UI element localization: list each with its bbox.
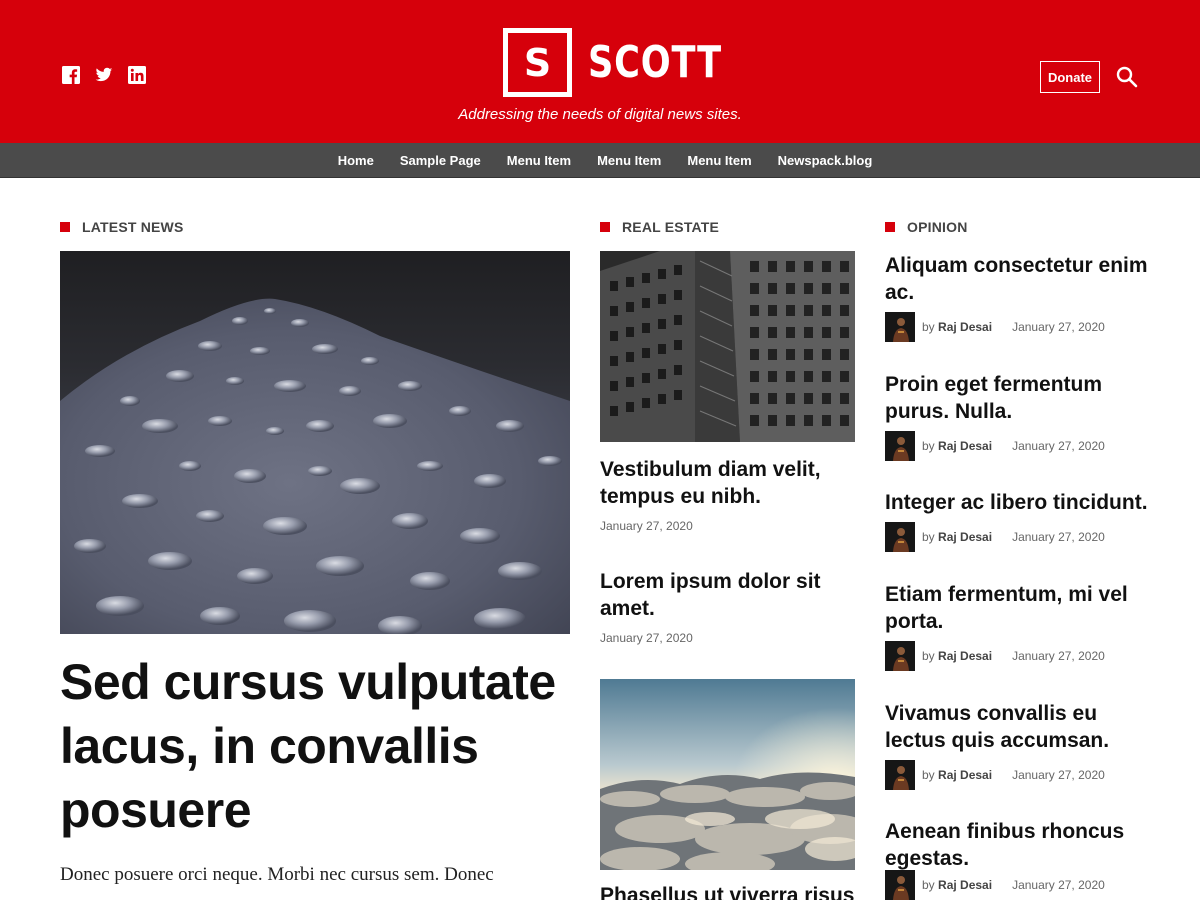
site-title: SCOTT bbox=[588, 37, 722, 88]
feature-excerpt: Donec posuere orci neque. Morbi nec curs… bbox=[60, 864, 494, 885]
opinion-headline-6[interactable]: Aenean finibus rhoncus egestas. bbox=[885, 818, 1155, 872]
section-marker bbox=[60, 222, 70, 232]
social-links bbox=[62, 66, 146, 84]
nav-item-home[interactable]: Home bbox=[325, 153, 387, 168]
opinion-headline-3[interactable]: Integer ac libero tincidunt. bbox=[885, 489, 1155, 516]
post-meta: by Raj Desai January 27, 2020 bbox=[885, 870, 1105, 900]
post-meta: by Raj Desai January 27, 2020 bbox=[885, 431, 1105, 461]
section-title[interactable]: REAL ESTATE bbox=[622, 219, 719, 235]
author-link[interactable]: Raj Desai bbox=[938, 878, 992, 892]
nav-item-menu-item[interactable]: Menu Item bbox=[584, 153, 674, 168]
author-avatar[interactable] bbox=[885, 870, 915, 900]
opinion-headline-2[interactable]: Proin eget fermentum purus. Nulla. bbox=[885, 371, 1155, 425]
author-link[interactable]: Raj Desai bbox=[938, 649, 992, 663]
opinion-headline-1[interactable]: Aliquam consectetur enim ac. bbox=[885, 252, 1155, 306]
author-avatar[interactable] bbox=[885, 312, 915, 342]
post-meta: by Raj Desai January 27, 2020 bbox=[885, 522, 1105, 552]
real-estate-headline-2[interactable]: Lorem ipsum dolor sit amet. bbox=[600, 568, 860, 622]
twitter-icon[interactable] bbox=[94, 66, 114, 84]
author-avatar[interactable] bbox=[885, 522, 915, 552]
logo-mark: S bbox=[503, 28, 572, 97]
section-marker bbox=[600, 222, 610, 232]
nav-item-sample-page[interactable]: Sample Page bbox=[387, 153, 494, 168]
section-marker bbox=[885, 222, 895, 232]
post-date: January 27, 2020 bbox=[600, 631, 693, 645]
section-heading-real-estate: REAL ESTATE bbox=[600, 219, 719, 235]
by-label: by bbox=[922, 530, 935, 544]
author-link[interactable]: Raj Desai bbox=[938, 439, 992, 453]
donate-button[interactable]: Donate bbox=[1040, 61, 1100, 93]
site-header: S SCOTT Addressing the needs of digital … bbox=[0, 0, 1200, 143]
section-title[interactable]: LATEST NEWS bbox=[82, 219, 184, 235]
opinion-headline-4[interactable]: Etiam fermentum, mi vel porta. bbox=[885, 581, 1155, 635]
post-date: January 27, 2020 bbox=[1012, 530, 1105, 544]
post-date: January 27, 2020 bbox=[1012, 878, 1105, 892]
post-meta: by Raj Desai January 27, 2020 bbox=[885, 760, 1105, 790]
post-date: January 27, 2020 bbox=[1012, 649, 1105, 663]
opinion-headline-5[interactable]: Vivamus convallis eu lectus quis accumsa… bbox=[885, 700, 1155, 754]
site-tagline: Addressing the needs of digital news sit… bbox=[458, 106, 742, 123]
post-meta: by Raj Desai January 27, 2020 bbox=[885, 641, 1105, 671]
post-date: January 27, 2020 bbox=[600, 519, 693, 533]
author-avatar[interactable] bbox=[885, 641, 915, 671]
primary-nav: Home Sample Page Menu Item Menu Item Men… bbox=[0, 143, 1200, 178]
site-logo[interactable]: S SCOTT bbox=[503, 28, 755, 97]
author-link[interactable]: Raj Desai bbox=[938, 768, 992, 782]
search-icon[interactable] bbox=[1115, 65, 1139, 89]
nav-item-menu-item[interactable]: Menu Item bbox=[674, 153, 764, 168]
by-label: by bbox=[922, 768, 935, 782]
author-link[interactable]: Raj Desai bbox=[938, 320, 992, 334]
post-date: January 27, 2020 bbox=[1012, 320, 1105, 334]
by-label: by bbox=[922, 649, 935, 663]
by-label: by bbox=[922, 878, 935, 892]
real-estate-image-2[interactable] bbox=[600, 679, 855, 870]
post-date: January 27, 2020 bbox=[1012, 768, 1105, 782]
post-meta: by Raj Desai January 27, 2020 bbox=[885, 312, 1105, 342]
author-avatar[interactable] bbox=[885, 760, 915, 790]
author-link[interactable]: Raj Desai bbox=[938, 530, 992, 544]
feature-headline[interactable]: Sed cursus vulputate lacus, in convallis… bbox=[60, 650, 580, 842]
clouds-photo bbox=[600, 679, 855, 870]
section-title[interactable]: OPINION bbox=[907, 219, 968, 235]
real-estate-headline-3[interactable]: Phasellus ut viverra risus bbox=[600, 882, 860, 900]
post-date: January 27, 2020 bbox=[1012, 439, 1105, 453]
real-estate-headline-1[interactable]: Vestibulum diam velit, tempus eu nibh. bbox=[600, 456, 860, 510]
feature-image[interactable] bbox=[60, 251, 570, 634]
nav-item-menu-item[interactable]: Menu Item bbox=[494, 153, 584, 168]
real-estate-image-1[interactable] bbox=[600, 251, 855, 442]
by-label: by bbox=[922, 320, 935, 334]
section-heading-opinion: OPINION bbox=[885, 219, 968, 235]
water-droplets-photo bbox=[60, 251, 570, 634]
skyscraper-photo bbox=[600, 251, 855, 442]
section-heading-latest-news: LATEST NEWS bbox=[60, 219, 184, 235]
by-label: by bbox=[922, 439, 935, 453]
nav-item-newspack-blog[interactable]: Newspack.blog bbox=[765, 153, 886, 168]
linkedin-icon[interactable] bbox=[128, 66, 146, 84]
author-avatar[interactable] bbox=[885, 431, 915, 461]
facebook-icon[interactable] bbox=[62, 66, 80, 84]
